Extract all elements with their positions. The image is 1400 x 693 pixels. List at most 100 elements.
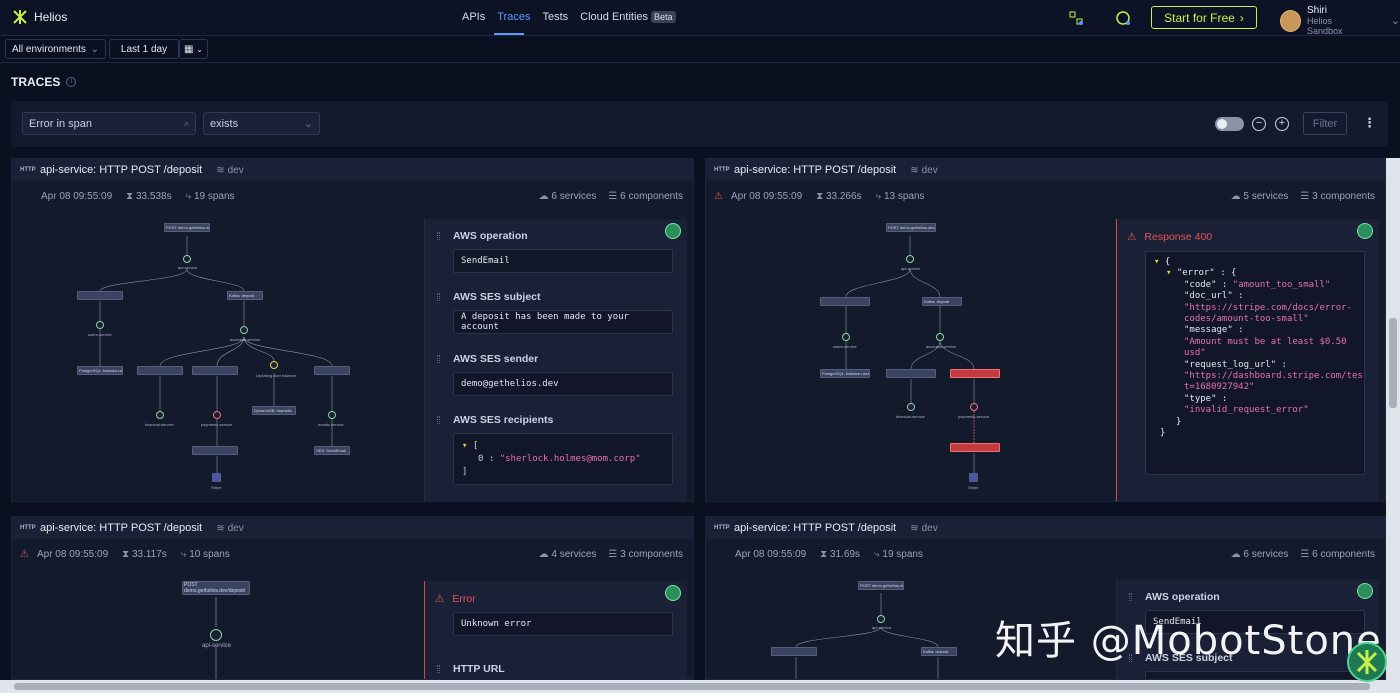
spans: ⤷ 10 spans bbox=[181, 549, 230, 560]
graph-node-postgres[interactable]: PostgreSQL: balance-users bbox=[820, 369, 870, 378]
graph-node-kafka[interactable]: Kafka: deposit bbox=[921, 647, 957, 656]
field-value[interactable]: SendEmail bbox=[453, 249, 673, 273]
nav-traces[interactable]: Traces bbox=[497, 11, 530, 23]
graph-service-payments[interactable] bbox=[970, 403, 978, 411]
chevron-down-icon: ⌄ bbox=[303, 118, 313, 130]
drag-handle-icon[interactable] bbox=[437, 355, 440, 363]
view-toggle[interactable] bbox=[1215, 117, 1244, 131]
trace-card-2[interactable]: HTTP api-service: HTTP POST /deposit ≋ de… bbox=[705, 158, 1386, 502]
filter-button[interactable]: Filter bbox=[1303, 112, 1347, 135]
graph-service-api[interactable] bbox=[877, 615, 885, 623]
filter-operator-select[interactable]: exists ⌄ bbox=[203, 112, 320, 135]
graph-service-api[interactable] bbox=[906, 255, 914, 263]
graph-node-stripe-call[interactable] bbox=[192, 446, 238, 455]
graph-node-kafka[interactable]: Kafka: deposit bbox=[227, 291, 263, 300]
drag-handle-icon[interactable] bbox=[437, 665, 440, 673]
zoom-out-icon[interactable]: − bbox=[1252, 117, 1266, 131]
more-options-icon[interactable]: ⋮ bbox=[1363, 115, 1376, 131]
filter-field-input[interactable]: Error in span ⌕ bbox=[22, 112, 196, 135]
graph-node-root[interactable]: POST demo.gethelios.dev/deposit bbox=[164, 223, 210, 232]
brand-logo[interactable]: Helios bbox=[12, 9, 67, 25]
graph-service-accounts[interactable] bbox=[240, 326, 248, 334]
time-range-select[interactable]: Last 1 day bbox=[109, 39, 179, 59]
helios-assistant-button[interactable] bbox=[1347, 642, 1387, 682]
graph-node-users-call[interactable] bbox=[771, 647, 817, 656]
nav-apis[interactable]: APIs bbox=[462, 11, 485, 23]
components-icon: ☰ bbox=[1300, 548, 1310, 560]
environment-select[interactable]: All environments ⌄ bbox=[5, 39, 106, 59]
graph-service-accounts[interactable] bbox=[936, 333, 944, 341]
globe-icon[interactable] bbox=[1357, 583, 1373, 599]
json-line: "type" : bbox=[1184, 393, 1228, 404]
nav-cloud-entities[interactable]: Cloud Entities Beta bbox=[580, 11, 676, 23]
hourglass-icon: ⧗ bbox=[820, 548, 828, 560]
graph-node-root[interactable]: POST demo.gethelios.dev/deposit bbox=[858, 581, 904, 590]
graph-node-postgres[interactable]: PostgreSQL: balance-users bbox=[77, 366, 123, 375]
drag-handle-icon[interactable] bbox=[437, 293, 440, 301]
graph-service-api[interactable] bbox=[183, 255, 191, 263]
recipients-json[interactable]: ▾ [ 0 : "sherlock.holmes@mom.corp" ] bbox=[453, 433, 673, 485]
trace-graph[interactable]: POST demo.gethelios.dev/deposit api-serv… bbox=[706, 211, 1120, 501]
graph-node-users-call[interactable] bbox=[77, 291, 123, 300]
trace-graph[interactable]: POST demo.gethelios.dev/deposit api-serv… bbox=[12, 211, 426, 501]
graph-node-kafka-2[interactable] bbox=[314, 366, 350, 375]
graph-node-users-call[interactable] bbox=[820, 297, 870, 306]
trace-card-1[interactable]: HTTP api-service: HTTP POST /deposit ≋ de… bbox=[11, 158, 694, 502]
vertical-scrollbar-thumb[interactable] bbox=[1389, 318, 1397, 408]
graph-node-kafka[interactable]: Kafka: deposit bbox=[922, 297, 962, 306]
graph-service-api[interactable] bbox=[210, 629, 222, 641]
components-icon: ☰ bbox=[608, 548, 618, 560]
trace-title[interactable]: api-service: HTTP POST /deposit bbox=[40, 522, 202, 534]
drag-handle-icon[interactable] bbox=[1129, 593, 1132, 601]
json-string: "sherlock.holmes@mom.corp" bbox=[499, 454, 641, 464]
vertical-scrollbar[interactable] bbox=[1386, 158, 1400, 680]
graph-node-dynamo[interactable]: DynamoDB: deposits bbox=[252, 406, 296, 415]
globe-icon[interactable] bbox=[665, 585, 681, 601]
graph-node-updating[interactable] bbox=[270, 361, 278, 369]
graph-node-ses[interactable]: SES: SendEmail bbox=[314, 446, 350, 455]
user-menu[interactable]: Shiri Helios Sandbox ⌄ bbox=[1280, 5, 1400, 36]
calendar-button[interactable]: ▦ ⌄ bbox=[179, 39, 208, 59]
graph-service-financial[interactable] bbox=[156, 411, 164, 419]
graph-node-financial[interactable] bbox=[886, 369, 936, 378]
field-value[interactable] bbox=[1145, 671, 1365, 679]
trace-card-3[interactable]: HTTP api-service: HTTP POST /deposit ≋ de… bbox=[11, 516, 694, 680]
field-value[interactable]: A deposit has been made to your account bbox=[453, 310, 673, 334]
page-title: TRACES i bbox=[11, 75, 77, 89]
trace-title[interactable]: api-service: HTTP POST /deposit bbox=[734, 164, 896, 176]
span-details-panel: AWS operation SendEmail AWS SES subject … bbox=[424, 219, 687, 501]
integrations-icon[interactable] bbox=[1068, 10, 1084, 26]
graph-service-payments[interactable] bbox=[213, 411, 221, 419]
nav-tests[interactable]: Tests bbox=[542, 11, 568, 23]
services-value: 6 services bbox=[1243, 548, 1289, 560]
graph-service-financial[interactable] bbox=[907, 403, 915, 411]
graph-label-payments: payments-service bbox=[958, 414, 990, 419]
drag-handle-icon[interactable] bbox=[437, 232, 440, 240]
globe-icon[interactable] bbox=[1357, 223, 1373, 239]
graph-node-payments[interactable] bbox=[192, 366, 238, 375]
graph-node-root[interactable]: POST demo.gethelios.dev/deposit bbox=[886, 223, 936, 232]
graph-label-api: api-service bbox=[202, 643, 232, 649]
trace-graph[interactable]: POST demo.gethelios.dev/deposit api-serv… bbox=[12, 569, 426, 679]
graph-node-stripe-error[interactable] bbox=[950, 443, 1000, 452]
graph-node-financial[interactable] bbox=[137, 366, 183, 375]
drag-handle-icon[interactable] bbox=[437, 416, 440, 424]
response-json[interactable]: ▾ { ▾ "error" : { "code" : "amount_too_s… bbox=[1145, 251, 1365, 475]
graph-node-root[interactable]: POST demo.gethelios.dev/deposit bbox=[182, 581, 250, 595]
trace-title[interactable]: api-service: HTTP POST /deposit bbox=[40, 164, 202, 176]
start-for-free-button[interactable]: Start for Free › bbox=[1151, 6, 1257, 29]
help-icon[interactable] bbox=[1115, 10, 1131, 26]
globe-icon[interactable] bbox=[665, 223, 681, 239]
info-icon[interactable]: i bbox=[66, 77, 77, 87]
trace-title[interactable]: api-service: HTTP POST /deposit bbox=[734, 522, 896, 534]
horizontal-scrollbar-thumb[interactable] bbox=[14, 683, 1370, 690]
graph-node-payments-error[interactable] bbox=[950, 369, 1000, 378]
error-value[interactable]: Unknown error bbox=[453, 612, 673, 636]
environment-toolbar: All environments ⌄ Last 1 day ▦ ⌄ bbox=[0, 36, 1400, 63]
graph-service-users[interactable] bbox=[96, 321, 104, 329]
json-line: 0 : "sherlock.holmes@mom.corp" bbox=[478, 454, 641, 464]
graph-service-users[interactable] bbox=[842, 333, 850, 341]
field-value[interactable]: demo@gethelios.dev bbox=[453, 372, 673, 396]
graph-service-emails[interactable] bbox=[328, 411, 336, 419]
zoom-in-icon[interactable]: + bbox=[1275, 117, 1289, 131]
